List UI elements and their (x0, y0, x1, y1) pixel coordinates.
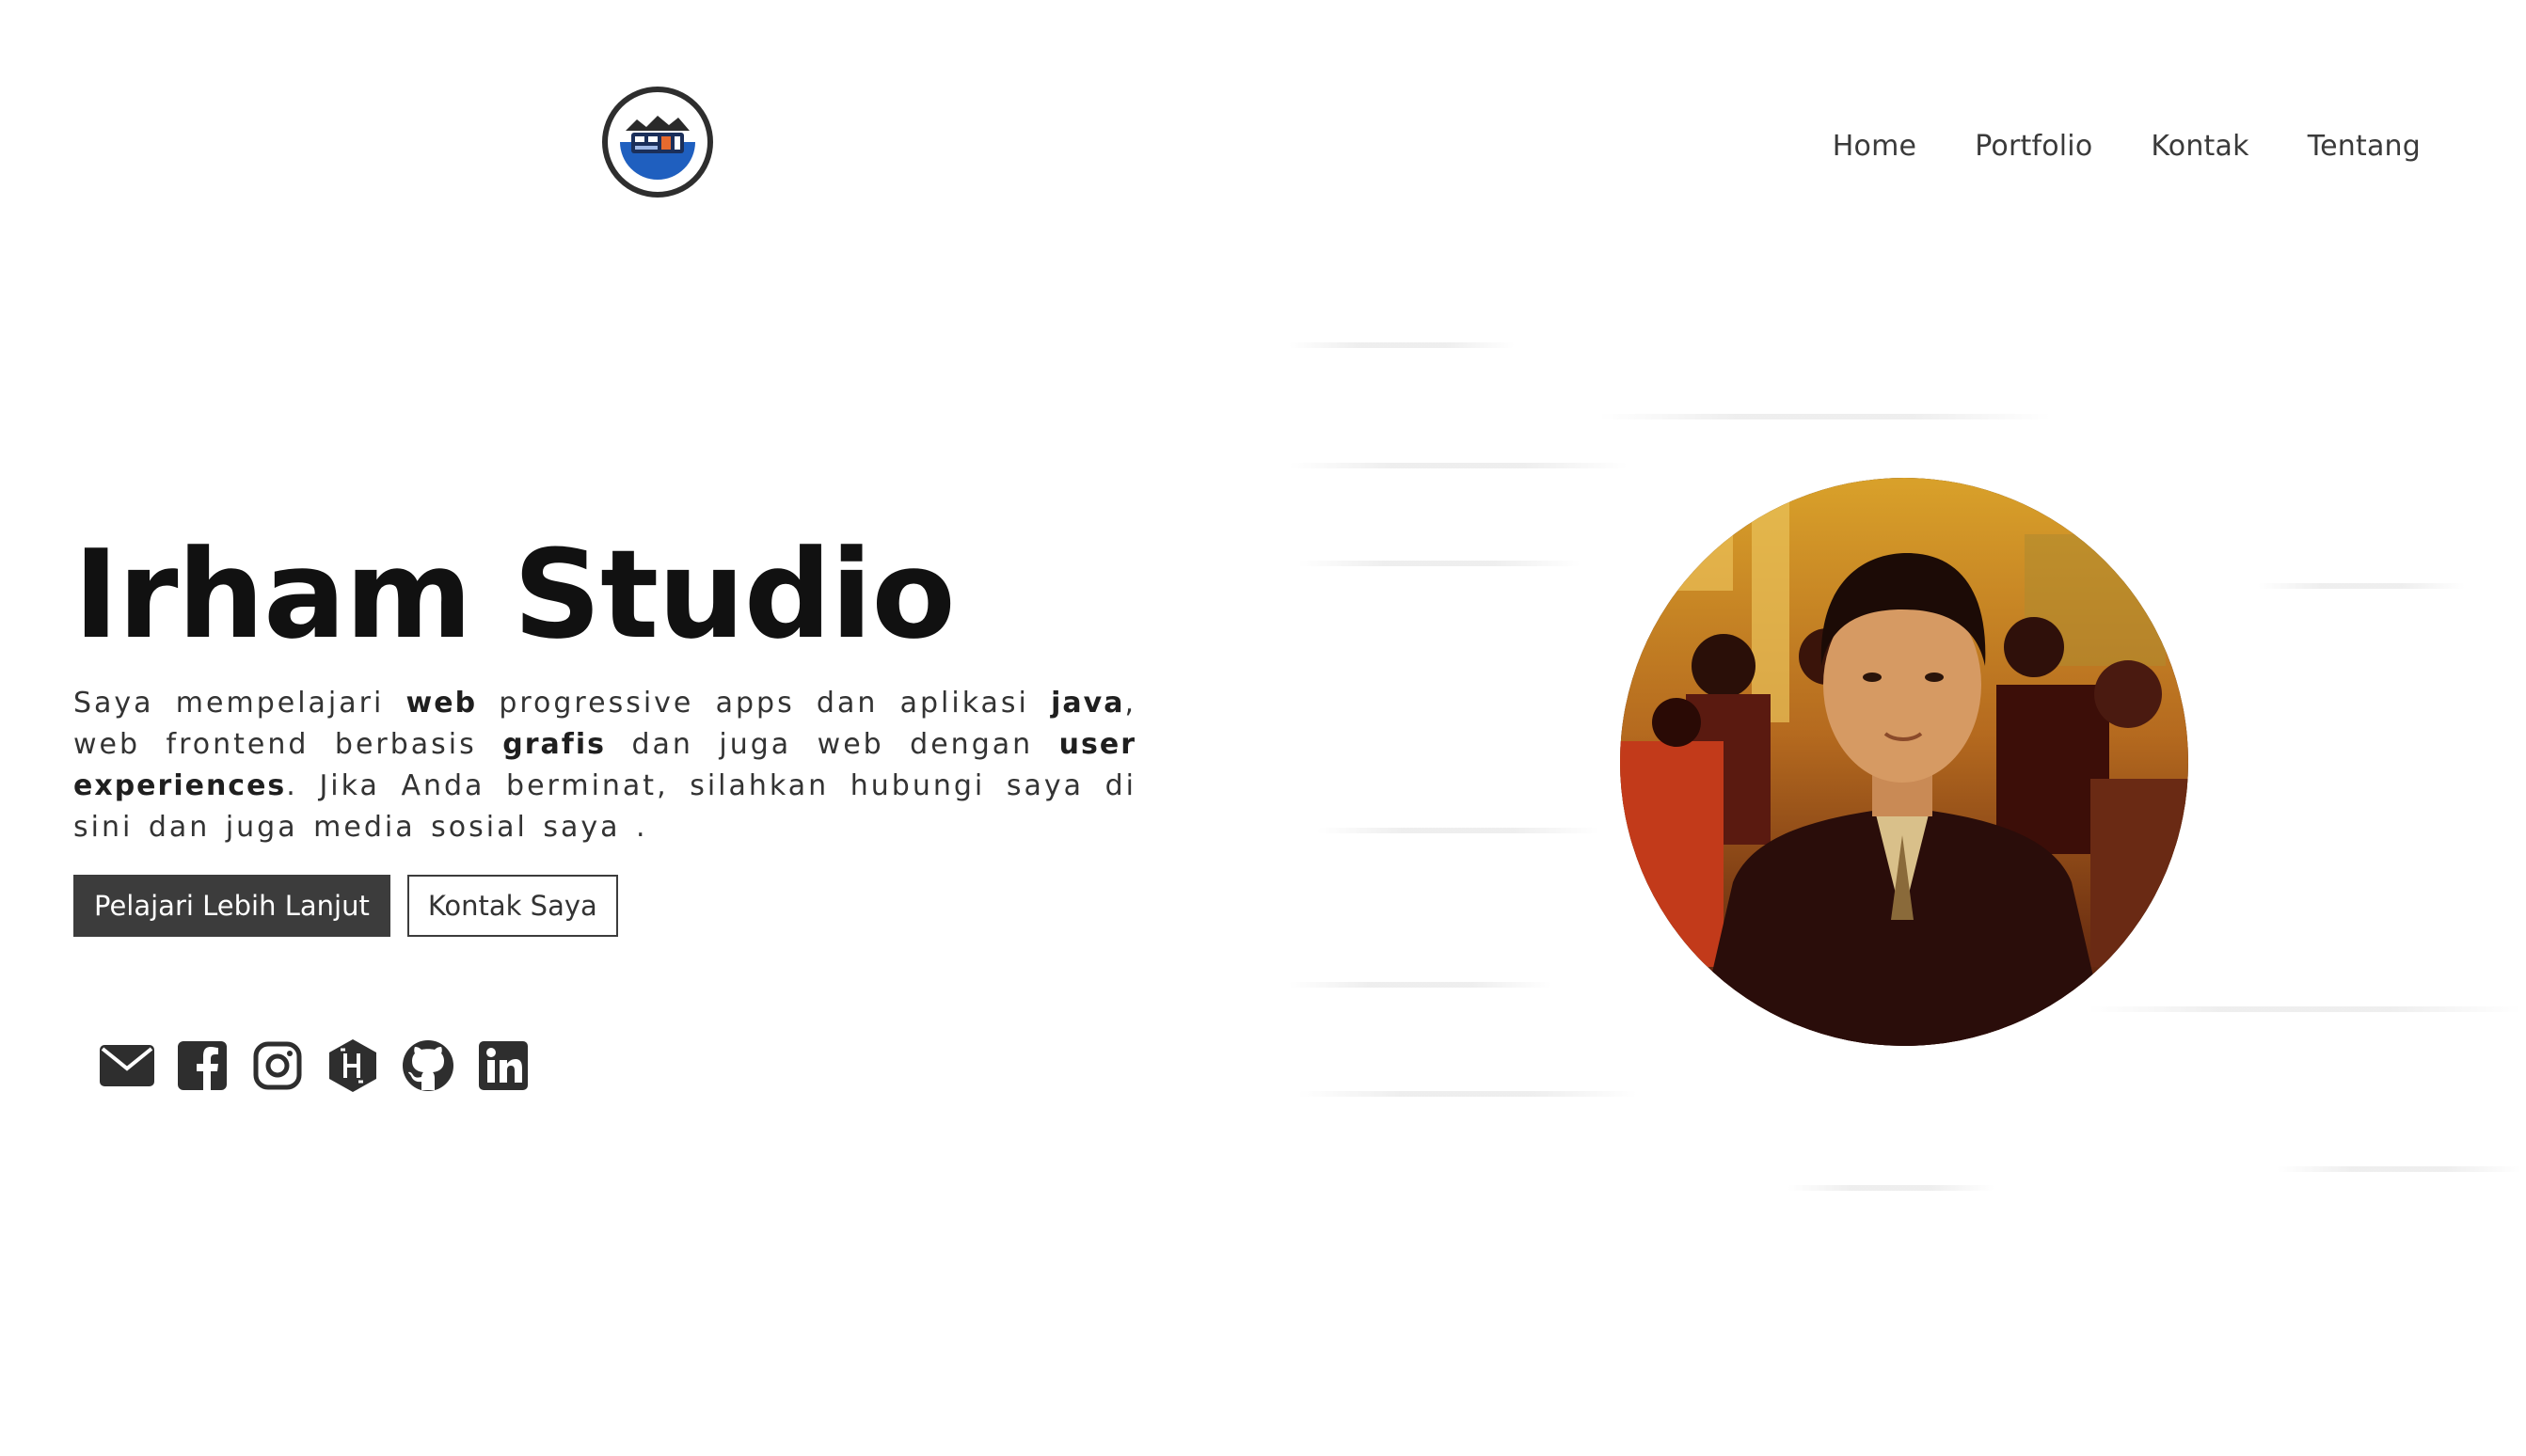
page: Home Portfolio Kontak Tentang Irham Stud… (0, 0, 2526, 1456)
nav-portfolio-link[interactable]: Portfolio (1975, 130, 2092, 163)
background-streak (2258, 583, 2465, 589)
github-icon (403, 1040, 453, 1091)
description-text: dan juga web dengan (605, 728, 1059, 761)
email-icon (100, 1045, 154, 1086)
instagram-icon (253, 1041, 302, 1090)
social-links (98, 1037, 532, 1095)
description-bold: web (405, 687, 478, 720)
profile-photo (1620, 478, 2188, 1046)
facebook-icon (178, 1041, 227, 1090)
linkedin-link[interactable] (474, 1037, 532, 1095)
contact-me-button[interactable]: Kontak Saya (406, 875, 618, 937)
background-streak (1289, 982, 1552, 988)
hashnode-link[interactable] (324, 1037, 382, 1095)
profile-photo-illustration (1620, 478, 2188, 1046)
background-streak (2277, 1166, 2521, 1172)
background-streak (1787, 1185, 1994, 1191)
description-text: progressive apps dan aplikasi (477, 687, 1052, 720)
description-bold: java (1051, 687, 1125, 720)
instagram-link[interactable] (248, 1037, 307, 1095)
background-streak (2089, 1006, 2521, 1012)
hero-description: Saya mempelajari web progressive apps da… (73, 683, 1136, 848)
hero-title: Irham Studio (73, 523, 956, 666)
facebook-link[interactable] (173, 1037, 231, 1095)
description-bold: grafis (502, 728, 606, 761)
background-streak (1317, 828, 1599, 833)
studio-logo-icon (616, 101, 699, 183)
nav-tentang-link[interactable]: Tentang (2308, 130, 2421, 163)
background-streak (1298, 1091, 1637, 1097)
site-logo[interactable] (602, 87, 713, 198)
nav-kontak-link[interactable]: Kontak (2151, 130, 2248, 163)
linkedin-icon (479, 1041, 528, 1090)
github-link[interactable] (399, 1037, 457, 1095)
background-streak (1298, 561, 1581, 566)
background-streak (1599, 414, 2051, 419)
hero-actions: Pelajari Lebih Lanjut Kontak Saya (73, 875, 618, 937)
background-streak (1289, 342, 1515, 348)
hashnode-icon (329, 1039, 376, 1092)
learn-more-button[interactable]: Pelajari Lebih Lanjut (73, 875, 390, 937)
main-nav: Home Portfolio Kontak Tentang (1833, 130, 2421, 163)
nav-home-link[interactable]: Home (1833, 130, 1916, 163)
description-text: Saya mempelajari (73, 687, 406, 720)
background-streak (1289, 463, 1628, 468)
email-link[interactable] (98, 1037, 156, 1095)
